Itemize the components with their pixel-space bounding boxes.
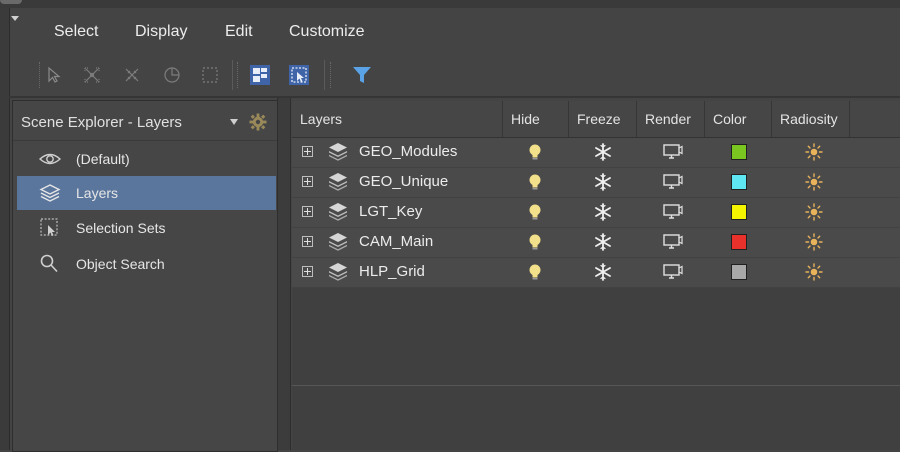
grid-rows-end (292, 385, 900, 386)
sidebar-item-object-search[interactable]: Object Search (17, 247, 276, 281)
expand-plus-icon[interactable] (302, 236, 313, 247)
layer-row[interactable]: LGT_Key (292, 198, 900, 228)
layer-color-swatch[interactable] (731, 204, 747, 220)
search-icon (39, 254, 61, 274)
toolbar-divider (9, 96, 900, 98)
column-header-color[interactable]: Color (705, 101, 772, 137)
selection-region-icon[interactable] (287, 63, 311, 87)
snowflake-icon[interactable] (593, 262, 613, 282)
chevron-down-icon[interactable] (230, 119, 238, 125)
menu-customize[interactable]: Customize (289, 14, 365, 50)
sun-icon[interactable] (804, 202, 824, 222)
expand-plus-icon[interactable] (302, 206, 313, 217)
snowflake-icon[interactable] (593, 172, 613, 192)
snowflake-icon[interactable] (593, 202, 613, 222)
select-children-icon[interactable] (80, 63, 104, 87)
grid-header: Layers Hide Freeze Render Color Radiosit… (292, 101, 900, 138)
panel-splitter[interactable] (277, 98, 291, 450)
render-monitor-icon[interactable] (662, 262, 683, 282)
toolbar-grip[interactable] (330, 62, 333, 88)
lightbulb-icon[interactable] (525, 172, 545, 192)
sidebar-item-selection-sets[interactable]: Selection Sets (17, 211, 276, 245)
layer-row[interactable]: CAM_Main (292, 228, 900, 258)
scene-explorer-panel: Scene Explorer - Layers (Default) Layers… (12, 100, 278, 452)
layer-color-swatch[interactable] (731, 144, 747, 160)
toolbar-separator (232, 60, 233, 90)
layer-stack-icon (327, 171, 349, 193)
window-top-strip (0, 0, 900, 8)
lightbulb-icon[interactable] (525, 142, 545, 162)
sidebar-item-label: Layers (76, 185, 119, 201)
lightbulb-icon[interactable] (525, 262, 545, 282)
select-dependents-icon[interactable] (120, 63, 144, 87)
selection-set-icon (39, 218, 61, 238)
column-header-layers[interactable]: Layers (292, 101, 503, 137)
layer-row[interactable]: HLP_Grid (292, 258, 900, 288)
layer-stack-icon (327, 231, 349, 253)
expand-plus-icon[interactable] (302, 146, 313, 157)
render-monitor-icon[interactable] (662, 202, 683, 222)
render-monitor-icon[interactable] (662, 232, 683, 252)
layer-name: HLP_Grid (359, 263, 425, 280)
layer-row[interactable]: GEO_Unique (292, 168, 900, 198)
render-monitor-icon[interactable] (662, 172, 683, 192)
layer-row[interactable]: GEO_Modules (292, 138, 900, 168)
filter-icon[interactable] (350, 63, 374, 87)
snowflake-icon[interactable] (593, 142, 613, 162)
column-header-radiosity[interactable]: Radiosity (772, 101, 850, 137)
toolbar (34, 56, 900, 94)
sidebar-item-layers[interactable]: Layers (17, 176, 276, 210)
panel-menu-arrow-icon[interactable] (11, 16, 19, 21)
sidebar-item-label: (Default) (76, 151, 130, 167)
layers-grid: Layers Hide Freeze Render Color Radiosit… (292, 101, 900, 450)
layer-name: GEO_Unique (359, 173, 449, 190)
layer-color-swatch[interactable] (731, 234, 747, 250)
panel-header: Scene Explorer - Layers (13, 101, 277, 141)
layer-color-swatch[interactable] (731, 264, 747, 280)
layer-stack-icon (327, 261, 349, 283)
panel-title: Scene Explorer - Layers (21, 114, 182, 131)
layer-stack-icon (327, 141, 349, 163)
toolbar-grip[interactable] (237, 62, 240, 88)
render-monitor-icon[interactable] (662, 142, 683, 162)
column-header-render[interactable]: Render (637, 101, 705, 137)
sun-icon[interactable] (804, 262, 824, 282)
window-tab[interactable] (0, 0, 22, 4)
sun-icon[interactable] (804, 142, 824, 162)
lightbulb-icon[interactable] (525, 232, 545, 252)
layer-stack-icon (327, 201, 349, 223)
sun-icon[interactable] (804, 232, 824, 252)
panel-separator (13, 140, 277, 141)
layers-icon (39, 183, 61, 203)
sidebar-item-default[interactable]: (Default) (17, 142, 276, 176)
toolbar-separator (324, 60, 325, 90)
column-header-freeze[interactable]: Freeze (569, 101, 637, 137)
lightbulb-icon[interactable] (525, 202, 545, 222)
column-header-hide[interactable]: Hide (503, 101, 569, 137)
layer-hierarchy-icon[interactable] (248, 63, 272, 87)
layer-name: LGT_Key (359, 203, 423, 220)
snowflake-icon[interactable] (593, 232, 613, 252)
layer-color-swatch[interactable] (731, 174, 747, 190)
select-influences-icon[interactable] (160, 63, 184, 87)
menu-display[interactable]: Display (135, 14, 187, 50)
sun-icon[interactable] (804, 172, 824, 192)
eye-icon (38, 149, 62, 169)
expand-plus-icon[interactable] (302, 266, 313, 277)
layer-name: GEO_Modules (359, 143, 458, 160)
menu-select[interactable]: Select (54, 14, 98, 50)
sidebar-item-label: Object Search (76, 256, 165, 272)
sidebar-item-label: Selection Sets (76, 220, 166, 236)
expand-plus-icon[interactable] (302, 176, 313, 187)
select-cursor-icon[interactable] (42, 63, 66, 87)
layer-name: CAM_Main (359, 233, 434, 250)
left-rail (0, 8, 10, 450)
menu-edit[interactable]: Edit (225, 14, 253, 50)
gear-icon[interactable] (249, 113, 267, 131)
region-select-icon[interactable] (198, 63, 222, 87)
